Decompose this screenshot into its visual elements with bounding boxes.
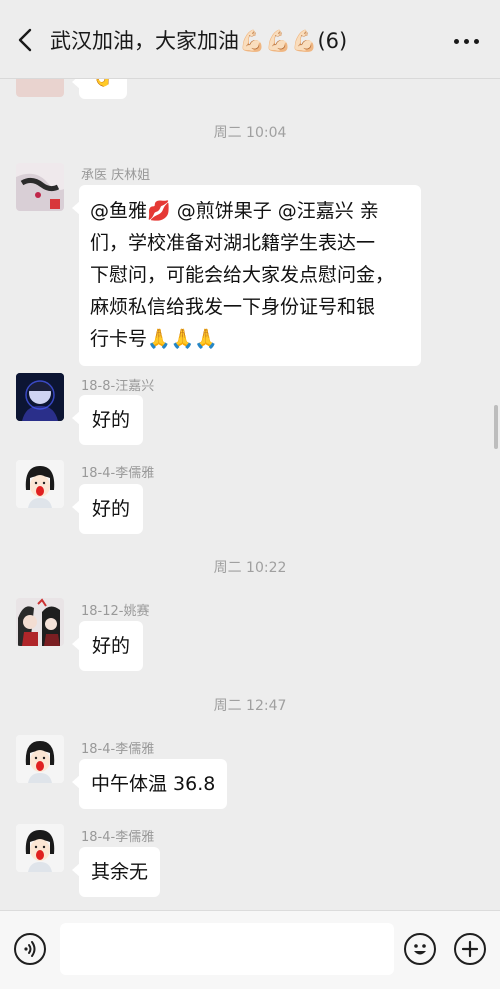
message-bubble-partial[interactable]: 👌 xyxy=(72,79,127,99)
avatar-sender-2[interactable] xyxy=(16,373,64,421)
avatar-sender-5[interactable] xyxy=(16,735,64,783)
message-text: 中午体温 36.8 xyxy=(91,773,216,795)
sender-name: 承医 庆林姐 xyxy=(81,168,151,183)
more-dots-icon[interactable] xyxy=(448,26,484,56)
sender-name: 18-8-汪嘉兴 xyxy=(81,379,155,394)
sender-name: 18-12-姚赛 xyxy=(81,604,150,619)
chat-title: 武汉加油，大家加油💪🏻💪🏻💪🏻(6) xyxy=(50,29,348,53)
voice-icon[interactable] xyxy=(14,933,46,965)
back-arrow-icon[interactable] xyxy=(14,27,36,53)
timestamp: 周二 10:04 xyxy=(213,125,287,141)
message-bubble[interactable]: 好的 xyxy=(71,395,144,445)
avatar-sender-3[interactable] xyxy=(16,460,64,508)
chat-area[interactable]: 👌 周二 10:04 承医 庆林姐 @鱼雅💋 @煎饼果子 @汪嘉兴 亲 们，学校… xyxy=(0,79,500,909)
message-bubble[interactable]: 好的 xyxy=(71,621,144,671)
message-bubble[interactable]: 好的 xyxy=(71,484,144,534)
plus-icon[interactable] xyxy=(454,933,486,965)
message-bubble[interactable]: 中午体温 36.8 xyxy=(71,759,228,809)
avatar-partial[interactable] xyxy=(16,79,64,97)
message-text: 好的 xyxy=(92,409,131,431)
message-bubble[interactable]: @鱼雅💋 @煎饼果子 @汪嘉兴 亲 们，学校准备对湖北籍学生表达一 下慰问，可能… xyxy=(72,185,421,366)
sender-name: 18-4-李儒雅 xyxy=(81,466,155,481)
sender-name: 18-4-李儒雅 xyxy=(81,830,155,845)
timestamp: 周二 12:47 xyxy=(213,698,287,714)
avatar-sender-4[interactable] xyxy=(16,598,64,646)
message-text: 👌 xyxy=(91,79,115,88)
sender-name: 18-4-李儒雅 xyxy=(81,742,155,757)
message-bubble[interactable]: 其余无 xyxy=(71,847,161,897)
input-bar xyxy=(0,910,500,989)
message-line: @鱼雅💋 @煎饼果子 @汪嘉兴 亲 xyxy=(90,200,379,222)
message-input[interactable] xyxy=(60,923,394,975)
emoji-icon[interactable] xyxy=(404,933,436,965)
avatar-sender-6[interactable] xyxy=(16,824,64,872)
message-line: 麻烦私信给我发一下身份证号和银 xyxy=(90,296,376,318)
message-line: 行卡号🙏🙏🙏 xyxy=(90,328,218,350)
message-text: 其余无 xyxy=(91,861,149,883)
message-line: 们，学校准备对湖北籍学生表达一 xyxy=(90,232,376,254)
timestamp: 周二 10:22 xyxy=(213,560,287,576)
message-line: 下慰问，可能会给大家发点慰问金， xyxy=(90,264,395,286)
message-text: 好的 xyxy=(92,635,131,657)
avatar-sender-1[interactable] xyxy=(16,163,64,211)
top-bar: 武汉加油，大家加油💪🏻💪🏻💪🏻(6) xyxy=(0,0,500,79)
message-text: 好的 xyxy=(92,498,131,520)
scrollbar[interactable] xyxy=(494,405,498,449)
